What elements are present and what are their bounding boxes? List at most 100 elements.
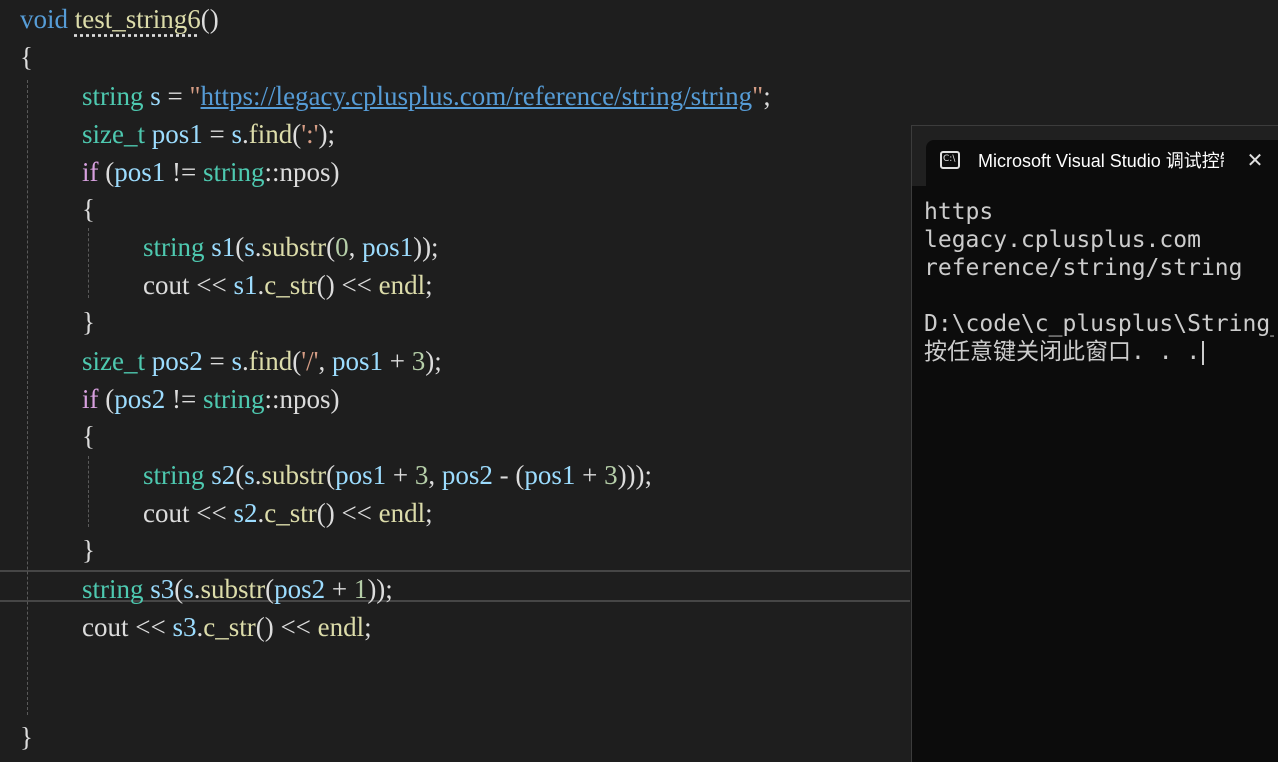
code-token: = bbox=[202, 119, 232, 149]
code-token: ; bbox=[425, 498, 433, 528]
code-token: s bbox=[244, 460, 255, 490]
code-line: string s1(s.substr(0, pos1)); bbox=[143, 228, 439, 266]
code-token: string bbox=[143, 460, 205, 490]
code-token: if bbox=[82, 157, 99, 187]
code-token: () bbox=[255, 612, 274, 642]
code-token: cout bbox=[82, 612, 129, 642]
code-line: size_t pos2 = s.find('/', pos1 + 3); bbox=[82, 342, 442, 380]
code-token: find bbox=[248, 346, 293, 376]
code-line: string s = "https://legacy.cplusplus.com… bbox=[82, 77, 771, 115]
code-token: << bbox=[128, 612, 173, 642]
code-token: pos1 bbox=[362, 232, 414, 262]
code-token: s bbox=[231, 346, 242, 376]
code-token: ( bbox=[98, 157, 115, 187]
code-token: != bbox=[165, 157, 203, 187]
code-token: s bbox=[244, 232, 255, 262]
code-token: void bbox=[20, 4, 69, 34]
code-token: ); bbox=[318, 119, 335, 149]
code-token: , bbox=[428, 460, 442, 490]
console-window-icon: C:\ bbox=[940, 151, 960, 169]
code-token: . bbox=[254, 232, 262, 262]
code-token: + bbox=[386, 460, 415, 490]
code-line: } bbox=[20, 718, 33, 756]
code-token: ( bbox=[235, 460, 245, 490]
code-token: size_t bbox=[82, 346, 145, 376]
code-token: } bbox=[82, 535, 95, 565]
code-token: () bbox=[316, 270, 335, 300]
console-output-line: D:\code\c_plusplus\String_ bbox=[924, 311, 1274, 337]
code-token: pos2 bbox=[274, 574, 326, 604]
code-token: c_str bbox=[203, 612, 256, 642]
code-token: )); bbox=[413, 232, 439, 262]
debug-console-window[interactable]: C:\ Microsoft Visual Studio 调试控制台 ✕ http… bbox=[911, 125, 1278, 762]
code-token: size_t bbox=[82, 119, 145, 149]
code-token: '/' bbox=[301, 346, 319, 376]
text-cursor bbox=[1202, 340, 1205, 365]
code-token: { bbox=[20, 42, 33, 72]
code-token: . bbox=[242, 346, 249, 376]
code-token: () bbox=[200, 4, 219, 34]
code-line: { bbox=[20, 38, 33, 76]
code-token: s2 bbox=[211, 460, 236, 490]
code-token: c_str bbox=[264, 498, 317, 528]
code-token: s1 bbox=[233, 270, 258, 300]
code-token: https://legacy.cplusplus.com/reference/s… bbox=[200, 81, 753, 111]
code-token: 3 bbox=[414, 460, 429, 490]
code-token: . bbox=[254, 460, 262, 490]
code-token: s3 bbox=[150, 574, 175, 604]
code-token: string bbox=[202, 157, 265, 187]
code-token: pos1 bbox=[114, 157, 166, 187]
code-token: ( bbox=[265, 574, 275, 604]
code-token: << bbox=[189, 270, 234, 300]
code-token: { bbox=[82, 194, 95, 224]
code-token: " bbox=[189, 81, 201, 111]
indent-guide bbox=[27, 80, 28, 715]
code-token: cout bbox=[143, 270, 190, 300]
code-token: . bbox=[242, 119, 249, 149]
code-token: s1 bbox=[211, 232, 236, 262]
code-token: 3 bbox=[604, 460, 618, 490]
code-token: << bbox=[334, 270, 379, 300]
code-token: ( bbox=[174, 574, 184, 604]
indent-guide bbox=[88, 228, 89, 298]
code-token: if bbox=[82, 384, 99, 414]
code-token: << bbox=[334, 498, 379, 528]
code-token: ':' bbox=[301, 119, 319, 149]
code-line: if (pos1 != string::npos) bbox=[82, 153, 340, 191]
code-token: ( bbox=[235, 232, 245, 262]
code-line: { bbox=[82, 190, 95, 228]
code-token: ; bbox=[763, 81, 771, 111]
code-line: cout << s2.c_str() << endl; bbox=[143, 494, 433, 532]
code-token: c_str bbox=[264, 270, 317, 300]
code-token: pos2 bbox=[114, 384, 166, 414]
code-token: 0 bbox=[335, 232, 349, 262]
code-line: cout << s3.c_str() << endl; bbox=[82, 608, 372, 646]
code-token: ( bbox=[326, 232, 336, 262]
close-icon[interactable]: ✕ bbox=[1243, 148, 1267, 172]
code-line: { bbox=[82, 417, 95, 455]
code-line: if (pos2 != string::npos) bbox=[82, 380, 340, 418]
code-token: + bbox=[383, 346, 412, 376]
indent-guide bbox=[88, 456, 89, 527]
code-token: find bbox=[248, 119, 293, 149]
console-output: https legacy.cplusplus.com reference/str… bbox=[924, 198, 1274, 366]
code-token: ( bbox=[292, 119, 302, 149]
code-token: s2 bbox=[233, 498, 258, 528]
code-token: ); bbox=[425, 346, 442, 376]
code-token: != bbox=[165, 384, 203, 414]
code-line: string s3(s.substr(pos2 + 1)); bbox=[82, 570, 393, 608]
code-token: pos2 bbox=[441, 460, 493, 490]
code-token: 1 bbox=[353, 574, 368, 604]
code-token: ::npos) bbox=[264, 157, 340, 187]
code-line: } bbox=[82, 303, 95, 341]
console-output-line: 按任意键关闭此窗口. . . bbox=[924, 338, 1274, 366]
code-token: endl bbox=[378, 498, 426, 528]
code-token: ( bbox=[98, 384, 115, 414]
code-line: string s2(s.substr(pos1 + 3, pos2 - (pos… bbox=[143, 456, 652, 494]
code-token: - ( bbox=[492, 460, 525, 490]
code-token: () bbox=[316, 498, 335, 528]
code-token: endl bbox=[317, 612, 365, 642]
code-token: ))); bbox=[617, 460, 653, 490]
code-token: . bbox=[193, 574, 201, 604]
console-output-line: legacy.cplusplus.com bbox=[924, 227, 1201, 253]
